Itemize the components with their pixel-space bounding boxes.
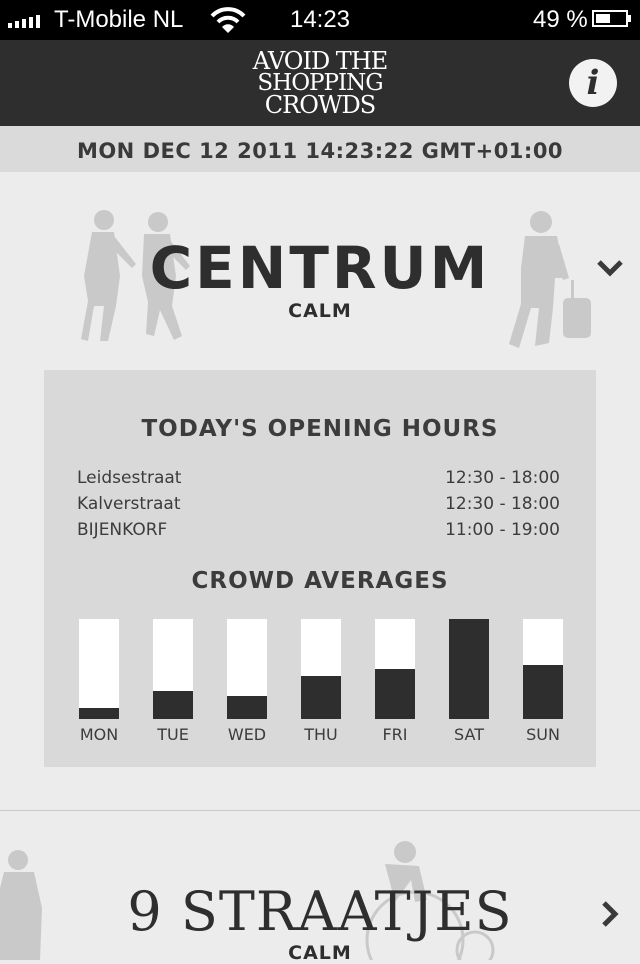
bar-label: FRI — [382, 725, 408, 744]
store-name: Leidsestraat — [77, 468, 182, 488]
opening-hours-heading: TODAY'S OPENING HOURS — [141, 416, 499, 442]
bar-fill — [301, 676, 341, 719]
bar-track — [375, 619, 415, 719]
bar-tue: TUE — [153, 619, 193, 744]
bar-label: SUN — [526, 725, 560, 744]
bar-track — [523, 619, 563, 719]
bar-label: MON — [79, 725, 119, 744]
bar-label: SAT — [454, 725, 484, 744]
chevron-down-icon[interactable] — [596, 258, 624, 278]
bar-label: TUE — [157, 725, 189, 744]
battery-icon — [592, 10, 628, 27]
store-name: Kalverstraat — [77, 494, 181, 514]
crowd-status-9-straatjes: CALM — [288, 942, 352, 964]
bar-track — [301, 619, 341, 719]
logo-line-1: AVOID THE — [252, 47, 389, 75]
bar-fill — [227, 696, 267, 719]
area-details-panel: TODAY'S OPENING HOURS Leidsestraat 12:30… — [44, 370, 596, 767]
bar-fill — [375, 669, 415, 719]
store-hours: 11:00 - 19:00 — [445, 520, 560, 540]
bar-track — [449, 619, 489, 719]
bar-wed: WED — [227, 619, 267, 744]
bar-thu: THU — [301, 619, 341, 744]
bar-sat: SAT — [449, 619, 489, 744]
bar-fill — [523, 665, 563, 719]
bar-fri: FRI — [375, 619, 415, 744]
crowd-status-centrum: CALM — [288, 300, 352, 322]
app-logo: AVOID THE SHOPPING CROWDS — [0, 47, 640, 119]
bar-fill — [79, 708, 119, 719]
store-hours: 12:30 - 18:00 — [445, 494, 560, 514]
bar-label: THU — [304, 725, 338, 744]
bar-track — [79, 619, 119, 719]
bar-label: WED — [227, 725, 267, 744]
logo-line-3: CROWDS — [264, 91, 376, 119]
battery-level — [596, 14, 610, 23]
current-datetime: MON DEC 12 2011 14:23:22 GMT+01:00 — [0, 126, 640, 172]
chevron-right-icon[interactable] — [600, 900, 620, 928]
bar-sun: SUN — [523, 619, 563, 744]
crowd-averages-heading: CROWD AVERAGES — [191, 568, 449, 594]
status-bar: T-Mobile NL 14:23 49 % — [0, 0, 640, 40]
battery-nub — [628, 15, 631, 22]
bar-track — [227, 619, 267, 719]
battery-percentage: 49 % — [533, 6, 588, 33]
store-name: BIJENKORF — [77, 520, 168, 540]
area-title-centrum: CENTRUM — [149, 234, 491, 302]
store-hours: 12:30 - 18:00 — [445, 468, 560, 488]
info-icon[interactable]: i — [569, 59, 617, 107]
bar-track — [153, 619, 193, 719]
app-header: AVOID THE SHOPPING CROWDS — [0, 40, 640, 126]
bar-fill — [449, 619, 489, 719]
area-title-9-straatjes[interactable]: 9 STRAATJES — [0, 880, 640, 943]
bar-mon: MON — [79, 619, 119, 744]
bar-fill — [153, 691, 193, 719]
section-divider — [0, 810, 640, 811]
